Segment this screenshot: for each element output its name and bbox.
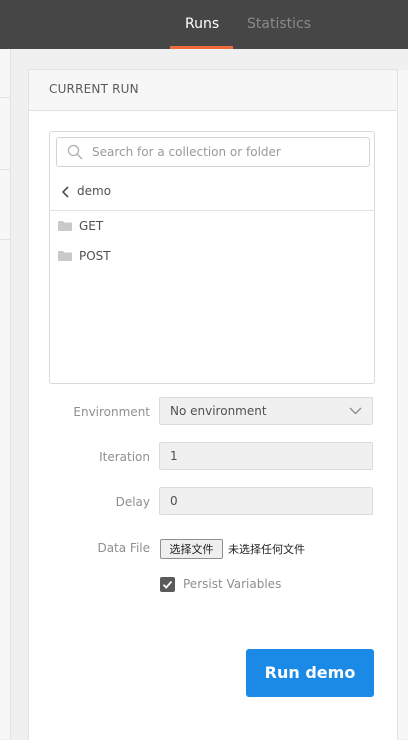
folder-item-post[interactable]: POST (50, 243, 374, 271)
panel-title: CURRENT RUN (49, 82, 139, 96)
file-status: 未选择任何文件 (228, 543, 305, 556)
tab-runs[interactable]: Runs (185, 0, 219, 49)
iteration-label: Iteration (99, 450, 150, 464)
delay-input[interactable]: 0 (159, 487, 373, 515)
environment-label: Environment (73, 405, 150, 419)
collection-search (56, 137, 370, 167)
active-tab-indicator (170, 46, 233, 49)
chevron-left-icon[interactable] (61, 183, 71, 201)
run-button[interactable]: Run demo (246, 649, 374, 697)
persist-variables-checkbox[interactable] (160, 577, 175, 592)
folder-icon (58, 221, 72, 231)
current-run-panel: CURRENT RUN demo GET POST (28, 69, 398, 740)
folder-label: POST (79, 249, 111, 263)
folder-icon (58, 251, 72, 261)
search-input[interactable] (92, 138, 362, 166)
data-file-label: Data File (97, 541, 150, 555)
iteration-value: 1 (170, 449, 178, 463)
top-nav-bar: Runs Statistics (0, 0, 408, 49)
checkmark-icon (162, 580, 173, 589)
delay-label: Delay (115, 495, 150, 509)
folder-label: GET (79, 219, 104, 233)
sidebar-divider (0, 97, 10, 98)
left-sidebar-edge (0, 49, 11, 739)
breadcrumb: demo (50, 174, 374, 211)
search-icon (67, 144, 83, 160)
tab-statistics[interactable]: Statistics (247, 0, 311, 49)
folder-item-get[interactable]: GET (50, 213, 374, 241)
choose-file-button[interactable]: 选择文件 (160, 539, 223, 559)
iteration-input[interactable]: 1 (159, 442, 373, 470)
persist-variables-label: Persist Variables (183, 577, 282, 591)
environment-select[interactable]: No environment (159, 397, 373, 425)
collection-browser: demo GET POST (49, 131, 375, 384)
chevron-down-icon (349, 407, 362, 415)
panel-header: CURRENT RUN (29, 70, 397, 111)
sidebar-divider (0, 169, 10, 170)
environment-value: No environment (170, 404, 267, 418)
delay-value: 0 (170, 494, 178, 508)
sidebar-divider (0, 239, 10, 240)
breadcrumb-label[interactable]: demo (77, 184, 111, 198)
